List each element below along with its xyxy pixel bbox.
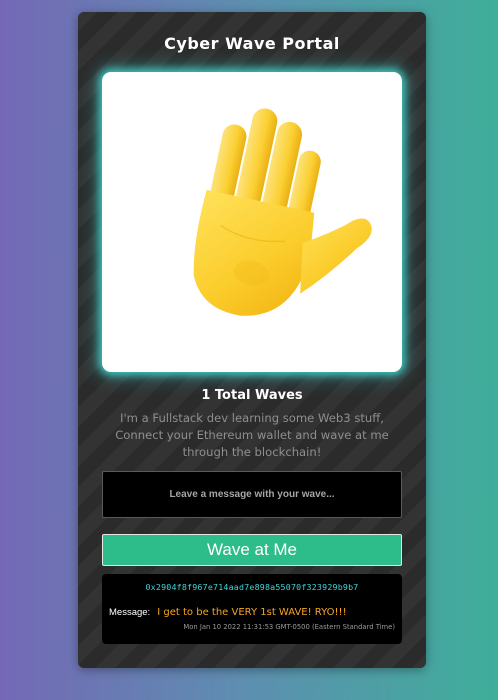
bio-text: I'm a Fullstack dev learning some Web3 s… (115, 411, 389, 459)
wave-message-input[interactable] (102, 471, 402, 518)
wave-message-label: Message: (109, 607, 151, 618)
wave-list-item: 0x2904f8f967e714aad7e898a55070f323929b9b… (102, 574, 402, 644)
wave-timestamp: Mon Jan 10 2022 11:31:53 GMT-0500 (Easte… (183, 623, 395, 631)
waving-hand-icon (193, 108, 372, 316)
wave-at-me-button[interactable]: Wave at Me (102, 534, 402, 566)
wave-sender-address: 0x2904f8f967e714aad7e898a55070f323929b9b… (145, 582, 359, 592)
total-waves-count: 1 Total Waves (201, 388, 303, 403)
wave-message-text: I get to be the VERY 1st WAVE! RYO!!! (157, 607, 347, 618)
wave-message-row: Message: I get to be the VERY 1st WAVE! … (109, 600, 399, 619)
portal-card: Cyber Wave Portal 1 Total Waves I'm a Fu… (78, 12, 426, 668)
page-title: Cyber Wave Portal (164, 34, 340, 53)
hero-image-frame (102, 72, 402, 372)
